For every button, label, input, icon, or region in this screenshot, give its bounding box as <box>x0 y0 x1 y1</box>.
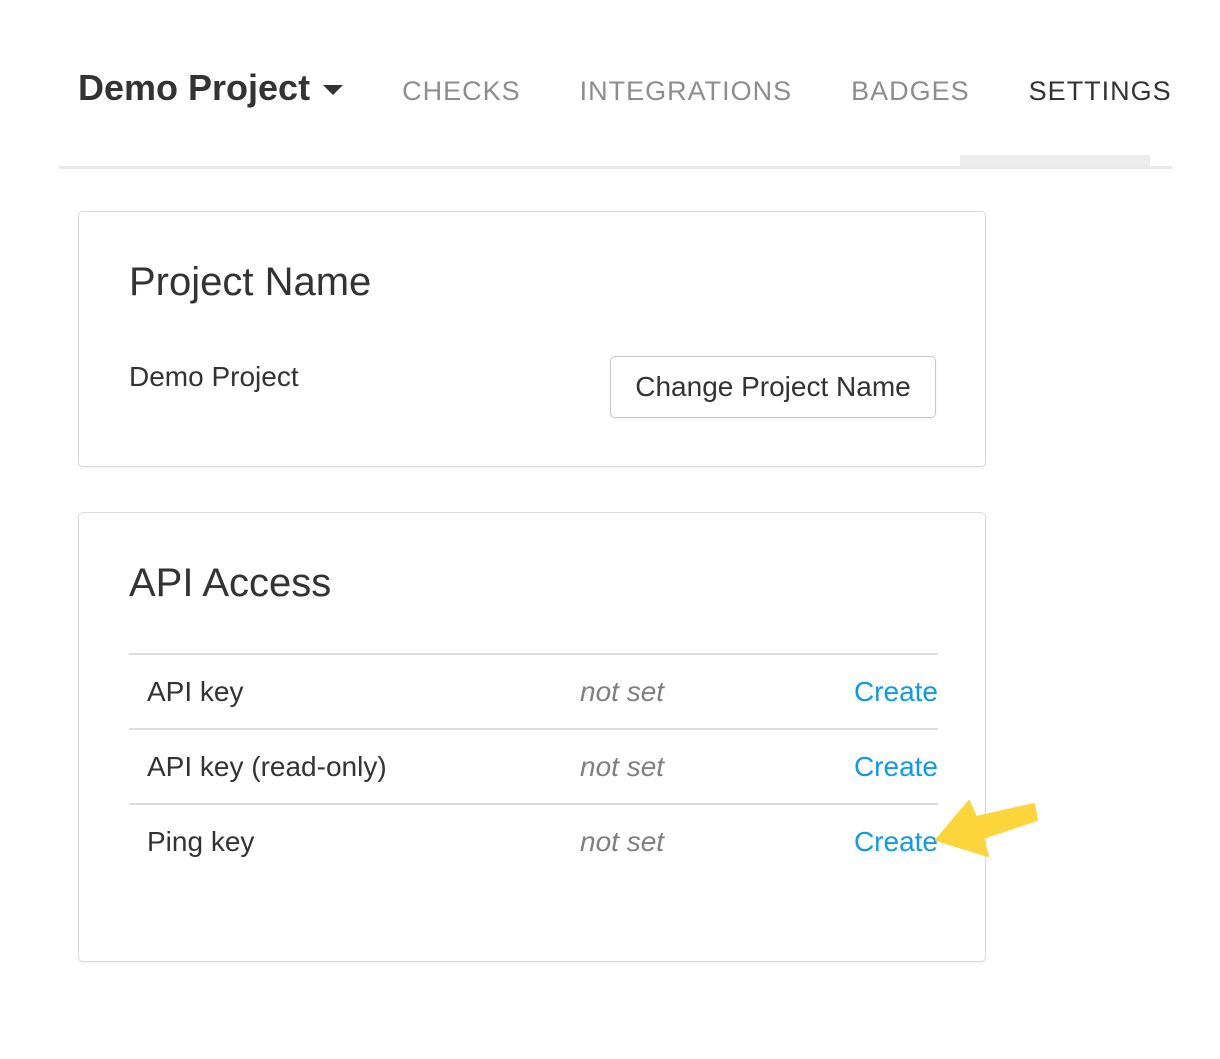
ping-key-label: Ping key <box>129 826 580 858</box>
caret-down-icon <box>323 85 343 95</box>
current-project-name: Demo Project <box>129 360 299 394</box>
table-row-ping-key: Ping key not set Create <box>129 803 938 878</box>
top-navigation: Demo Project CHECKS INTEGRATIONS BADGES … <box>59 0 1172 169</box>
change-project-name-button[interactable]: Change Project Name <box>610 356 936 418</box>
tab-integrations[interactable]: INTEGRATIONS <box>580 78 793 105</box>
project-switcher-dropdown[interactable]: Demo Project <box>78 70 343 106</box>
api-access-card: API Access API key not set Create API ke… <box>78 512 986 962</box>
project-name-card-title: Project Name <box>129 260 371 304</box>
table-row-api-key: API key not set Create <box>129 653 938 728</box>
api-key-value: not set <box>580 676 664 708</box>
table-row-api-key-read-only: API key (read-only) not set Create <box>129 728 938 803</box>
api-key-label: API key <box>129 676 580 708</box>
tab-badges[interactable]: BADGES <box>851 78 970 105</box>
create-api-key-read-only-link[interactable]: Create <box>854 751 938 782</box>
api-key-read-only-label: API key (read-only) <box>129 751 580 783</box>
active-tab-indicator <box>960 155 1150 166</box>
project-title: Demo Project <box>78 70 310 106</box>
api-access-card-title: API Access <box>129 561 331 605</box>
api-key-read-only-value: not set <box>580 751 664 783</box>
tab-checks[interactable]: CHECKS <box>402 78 521 105</box>
create-api-key-link[interactable]: Create <box>854 676 938 707</box>
project-name-card: Project Name Demo Project Change Project… <box>78 211 986 467</box>
tab-settings[interactable]: SETTINGS <box>1029 78 1172 105</box>
create-ping-key-link[interactable]: Create <box>854 826 938 857</box>
ping-key-value: not set <box>580 826 664 858</box>
api-keys-table: API key not set Create API key (read-onl… <box>129 653 938 878</box>
